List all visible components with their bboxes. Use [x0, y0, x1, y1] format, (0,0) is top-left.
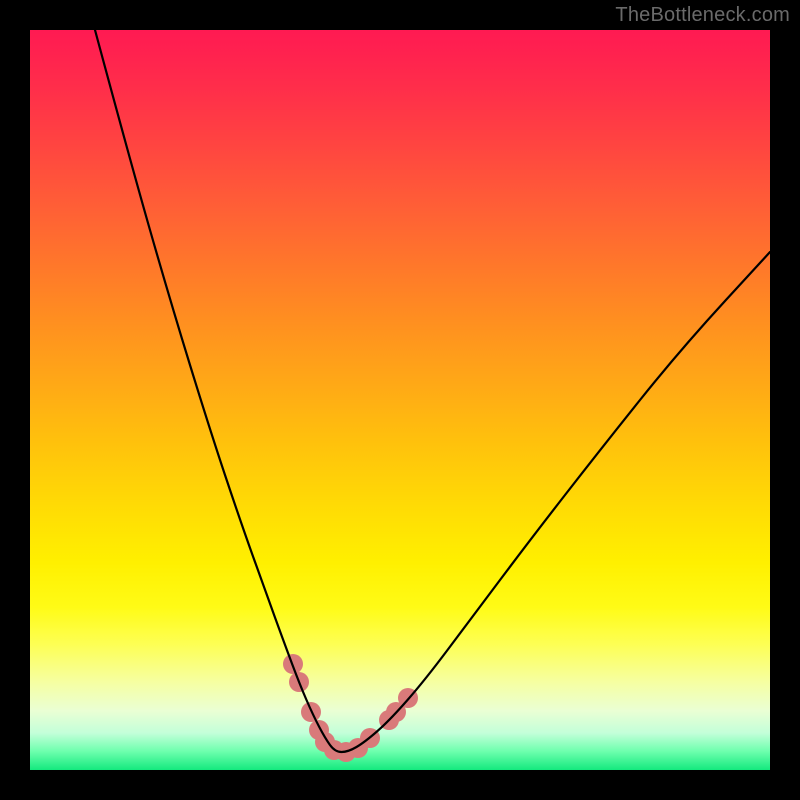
- chart-svg: [30, 30, 770, 770]
- bottleneck-curve: [95, 30, 770, 752]
- watermark-text: TheBottleneck.com: [615, 4, 790, 27]
- chart-frame: TheBottleneck.com: [0, 0, 800, 800]
- markers-group: [283, 654, 418, 762]
- plot-area: [30, 30, 770, 770]
